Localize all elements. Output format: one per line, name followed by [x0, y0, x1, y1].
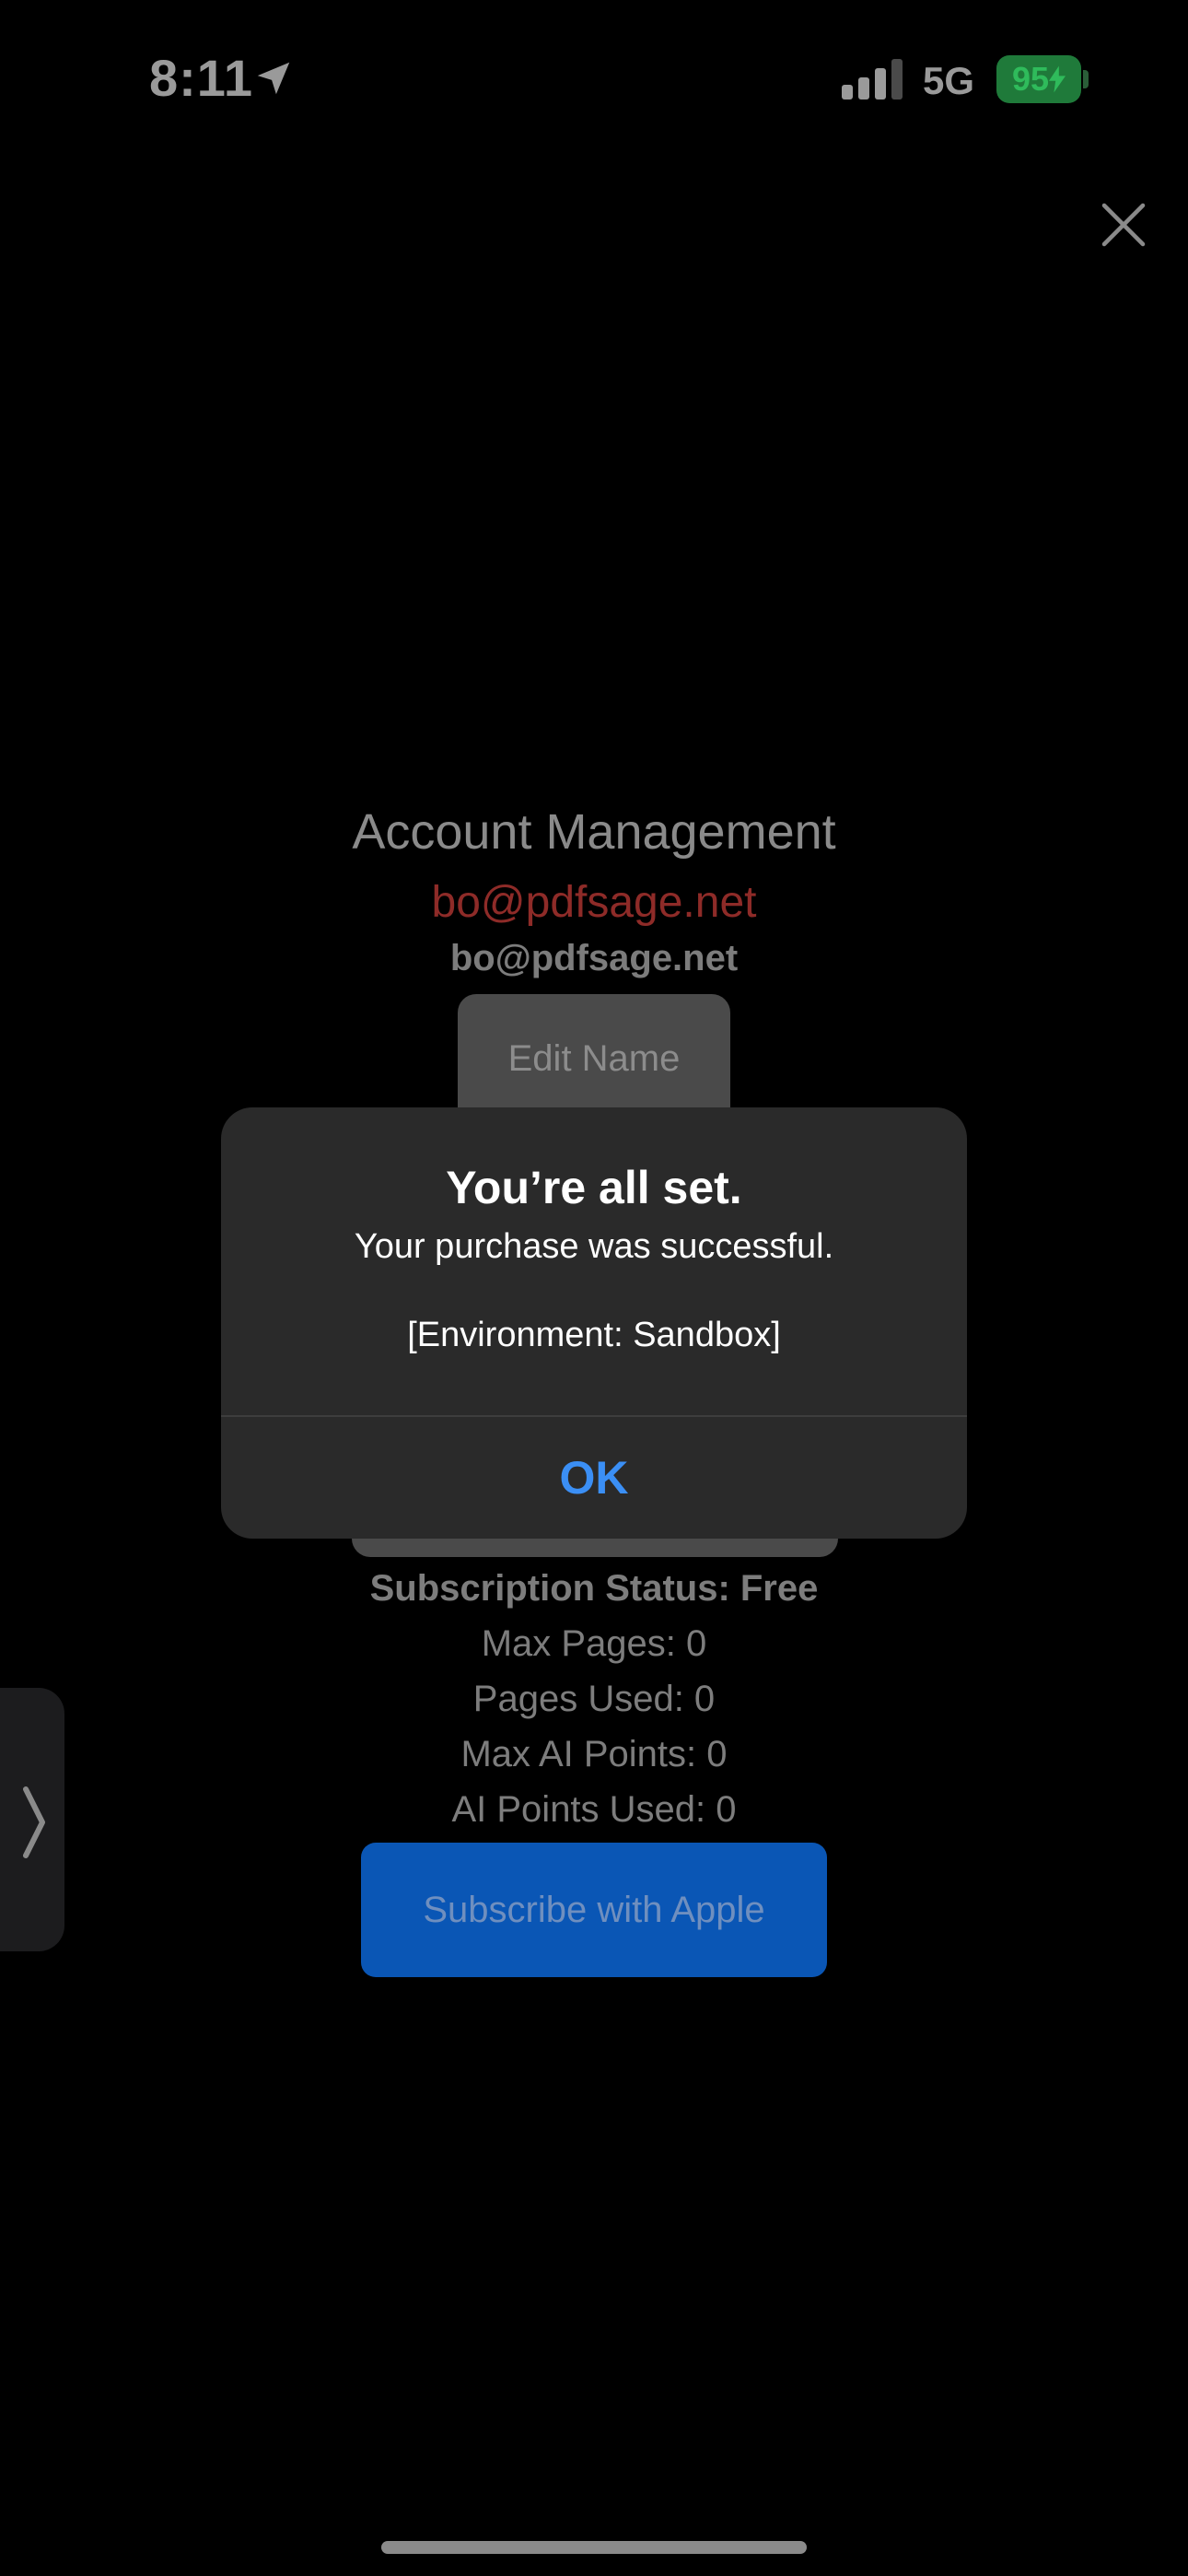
battery-charging-icon: 95 — [996, 55, 1081, 103]
ok-button[interactable]: OK — [221, 1417, 967, 1539]
page-title: Account Management — [352, 804, 836, 860]
stat-max-pages: Max Pages: 0 — [481, 1623, 707, 1664]
account-email: bo@pdfsage.net — [449, 938, 739, 978]
account-email-highlight: bo@pdfsage.net — [431, 878, 757, 927]
close-icon[interactable] — [1096, 197, 1151, 252]
battery-cap — [1083, 70, 1089, 88]
alert-environment: [Environment: Sandbox] — [407, 1316, 781, 1354]
subscribe-with-apple-button[interactable]: Subscribe with Apple — [361, 1843, 827, 1977]
location-arrow-icon — [257, 62, 290, 95]
home-indicator[interactable] — [381, 2541, 807, 2554]
network-label: 5G — [923, 59, 975, 102]
stat-pages-used: Pages Used: 0 — [472, 1679, 716, 1719]
cellular-signal-icon — [842, 59, 903, 100]
charging-bolt-icon — [1049, 65, 1066, 93]
status-time: 8:11 — [149, 49, 253, 107]
alert-title: You’re all set. — [446, 1162, 742, 1213]
purchase-success-alert: You’re all set. Your purchase was succes… — [221, 1107, 967, 1539]
stat-max-ai-points: Max AI Points: 0 — [460, 1734, 728, 1774]
stat-ai-points-used: AI Points Used: 0 — [451, 1789, 737, 1830]
battery-level: 95 — [1011, 60, 1050, 98]
status-bar: 8:11 5G 95 — [0, 0, 1188, 157]
alert-message: Your purchase was successful. — [354, 1227, 834, 1266]
subscription-status: Subscription Status: Free — [369, 1568, 819, 1609]
chevron-right-icon — [23, 1786, 45, 1858]
